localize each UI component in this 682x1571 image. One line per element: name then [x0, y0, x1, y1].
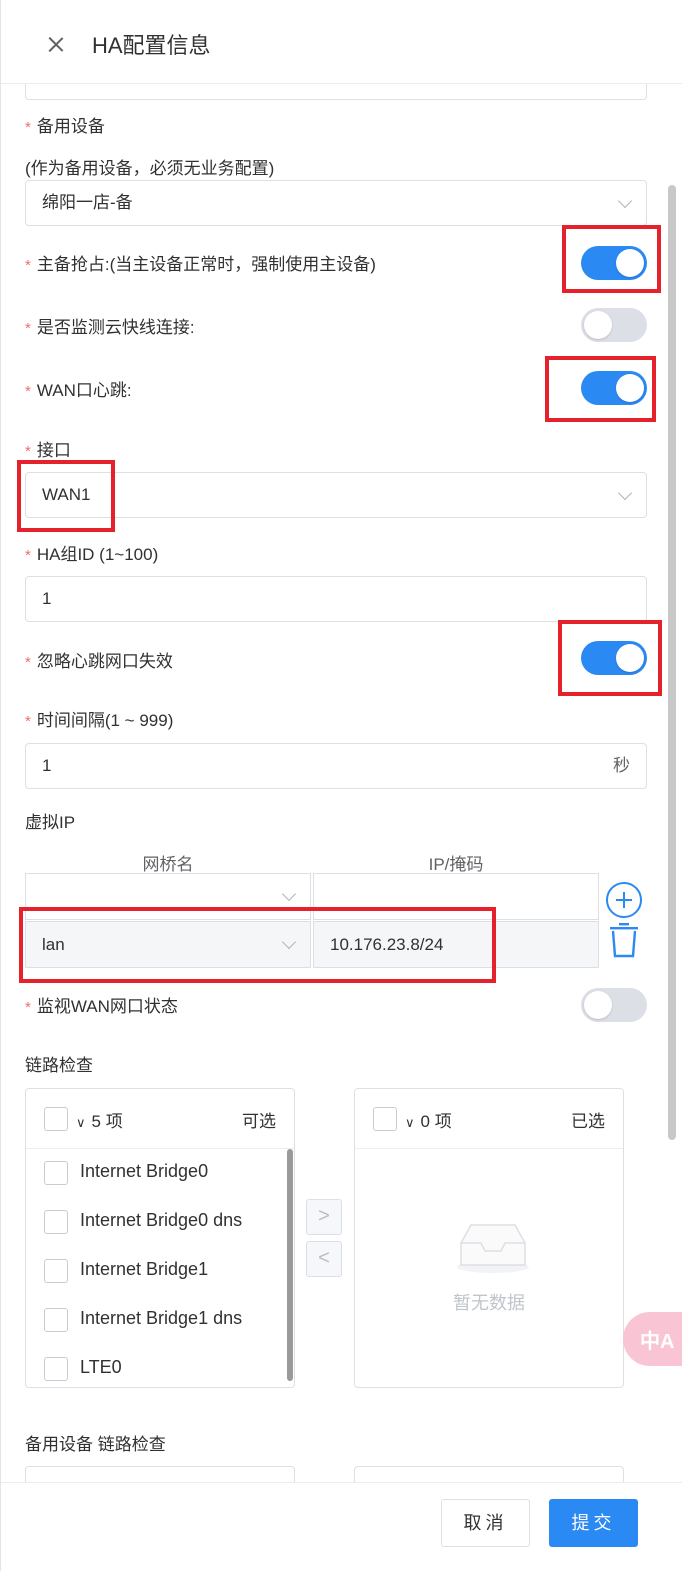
add-row-icon[interactable]: [606, 882, 642, 918]
vip-row-2-bridge-select[interactable]: lan: [25, 921, 311, 968]
page-scrollbar[interactable]: [668, 185, 676, 1140]
page-title: HA配置信息: [92, 33, 211, 58]
empty-box-icon: [457, 1224, 529, 1273]
chevron-down-icon: [281, 934, 297, 950]
list-item[interactable]: Internet Bridge1 dns: [26, 1296, 288, 1345]
available-tag: 可选: [242, 1112, 276, 1131]
interface-select[interactable]: WAN1: [25, 472, 647, 518]
vip-row-1-bridge-select[interactable]: [25, 873, 311, 920]
backup-device-select[interactable]: 绵阳一店-备: [25, 180, 647, 226]
move-left-button[interactable]: <: [306, 1241, 342, 1277]
drawer-footer: 取消 提交: [1, 1482, 682, 1571]
list-item[interactable]: Internet Bridge0: [26, 1149, 288, 1198]
link-check-available-panel: ∨ 5 项 可选 Internet Bridge0 Internet Bridge…: [25, 1088, 295, 1388]
switch-knob: [616, 374, 644, 402]
monitor-cloud-switch[interactable]: [581, 308, 647, 342]
form-scroll-area[interactable]: * 备用设备 (作为备用设备，必须无业务配置) 绵阳一店-备 * 主备抢占:(当主设…: [1, 84, 682, 1482]
interval-unit: 秒: [613, 756, 630, 775]
empty-text: 暂无数据: [453, 1293, 525, 1313]
available-count[interactable]: ∨ 5 项: [76, 1107, 123, 1132]
monitor-cloud-label: * 是否监测云快线连接:: [25, 318, 195, 337]
ha-config-drawer: HA配置信息 * 备用设备 (作为备用设备，必须无业务配置) 绵阳一店-备 * 主备…: [0, 0, 682, 1571]
cancel-button[interactable]: 取消: [441, 1499, 530, 1547]
item-checkbox[interactable]: [44, 1259, 68, 1283]
chevron-down-icon: ∨: [76, 1115, 86, 1130]
chevron-down-icon: [281, 886, 297, 902]
list-item[interactable]: Internet Bridge1: [26, 1247, 288, 1296]
switch-knob: [616, 644, 644, 672]
item-checkbox[interactable]: [44, 1161, 68, 1185]
backup-link-check-available-panel: [25, 1466, 295, 1482]
list-item[interactable]: Internet Bridge0 dns: [26, 1198, 288, 1247]
ignore-heartbeat-label: * 忽略心跳网口失效: [25, 652, 173, 671]
wan-heartbeat-switch[interactable]: [581, 371, 647, 405]
chevron-down-icon: [617, 485, 633, 501]
monitor-wan-switch[interactable]: [581, 988, 647, 1022]
backup-device-hint: (作为备用设备，必须无业务配置): [25, 159, 275, 178]
chevron-down-icon: ∨: [405, 1115, 415, 1130]
list-scrollbar[interactable]: [287, 1149, 293, 1381]
translate-fab-button[interactable]: 中A: [623, 1312, 682, 1366]
interval-label: * 时间间隔(1 ~ 999): [25, 711, 174, 730]
col-bridge-name: 网桥名: [142, 855, 194, 874]
close-icon[interactable]: [41, 30, 71, 60]
drawer-header: HA配置信息: [1, 0, 682, 84]
preempt-switch[interactable]: [581, 246, 647, 280]
col-ip-mask: IP/掩码: [428, 855, 484, 874]
monitor-wan-label: * 监视WAN网口状态: [25, 997, 178, 1016]
link-check-selected-panel: ∨ 0 项 已选 暂无数据: [354, 1088, 624, 1388]
item-checkbox[interactable]: [44, 1357, 68, 1381]
backup-device-value: 绵阳一店-备: [42, 193, 133, 212]
interface-value: WAN1: [42, 485, 91, 504]
link-check-label: 链路检查: [25, 1056, 93, 1075]
select-all-checkbox[interactable]: [373, 1107, 397, 1131]
interval-input[interactable]: 1 秒: [25, 743, 647, 789]
ha-group-id-label: * HA组ID (1~100): [25, 545, 159, 564]
switch-knob: [584, 311, 612, 339]
backup-link-check-selected-panel: [354, 1466, 624, 1482]
ha-group-id-input[interactable]: 1: [25, 576, 647, 622]
translate-icon: 中A: [640, 1331, 675, 1353]
item-checkbox[interactable]: [44, 1210, 68, 1234]
ignore-heartbeat-switch[interactable]: [581, 641, 647, 675]
chevron-down-icon: [617, 193, 633, 209]
previous-field-input[interactable]: [25, 84, 647, 100]
backup-link-check-label: 备用设备 链路检查: [25, 1435, 166, 1454]
select-all-checkbox[interactable]: [44, 1107, 68, 1131]
interface-label: * 接口: [25, 441, 71, 460]
available-panel-header: ∨ 5 项 可选: [26, 1089, 294, 1149]
vip-row-2-ip-input[interactable]: 10.176.23.8/24: [313, 921, 599, 968]
preempt-label: * 主备抢占:(当主设备正常时，强制使用主设备): [25, 255, 376, 274]
move-right-button[interactable]: >: [306, 1199, 342, 1235]
selected-tag: 已选: [571, 1112, 605, 1131]
selected-panel-header: ∨ 0 项 已选: [355, 1089, 623, 1149]
selected-count[interactable]: ∨ 0 项: [405, 1107, 452, 1132]
delete-icon[interactable]: [607, 922, 641, 958]
switch-knob: [584, 991, 612, 1019]
item-checkbox[interactable]: [44, 1308, 68, 1332]
switch-knob: [616, 249, 644, 277]
submit-button[interactable]: 提交: [549, 1499, 638, 1547]
list-item[interactable]: LTE0: [26, 1345, 288, 1387]
virtual-ip-label: 虚拟IP: [25, 813, 76, 832]
wan-heartbeat-label: * WAN口心跳:: [25, 381, 132, 400]
vip-row-1-ip-input[interactable]: [313, 873, 599, 920]
backup-device-label: * 备用设备: [25, 117, 105, 136]
